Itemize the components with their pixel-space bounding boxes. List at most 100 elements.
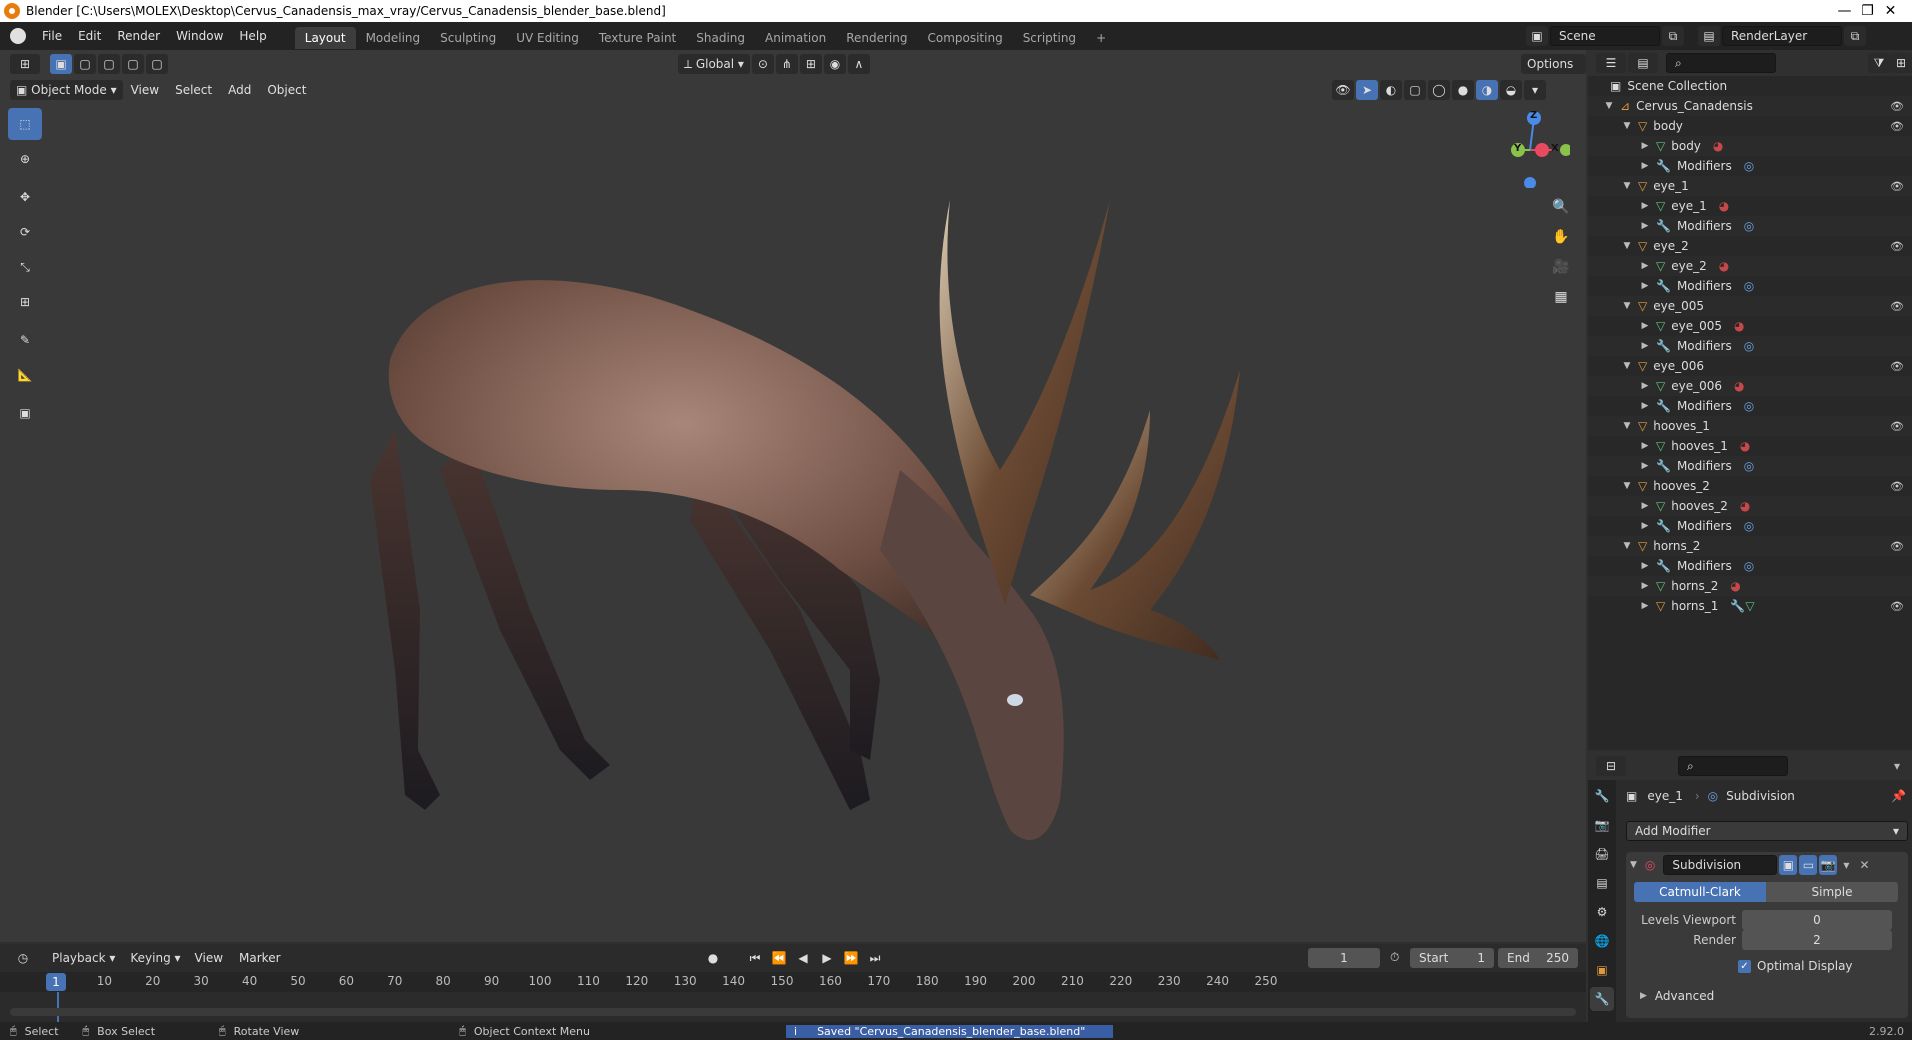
wrench-mesh-icon[interactable]: 🔧▽ — [1730, 599, 1754, 613]
properties-editor-type-icon[interactable]: ⊟ — [1596, 756, 1626, 776]
play-icon[interactable]: ▶ — [816, 948, 838, 968]
preview-range-icon[interactable]: ⏱ — [1390, 950, 1399, 965]
expand-chevron-icon[interactable]: ▶ — [1640, 341, 1650, 351]
tab-compositing[interactable]: Compositing — [917, 27, 1012, 49]
3d-viewport[interactable] — [0, 50, 1586, 942]
new-scene-icon[interactable]: ⧉ — [1662, 26, 1684, 46]
menu-help[interactable]: Help — [231, 22, 274, 50]
render-layer-field[interactable]: RenderLayer — [1722, 26, 1842, 46]
edit-mode-toggle-icon[interactable]: ▣ — [1779, 855, 1798, 875]
world-tab-icon[interactable]: 🌐 — [1590, 929, 1614, 953]
pan-hand-icon[interactable]: ✋ — [1548, 224, 1574, 250]
render-toggle-icon[interactable]: 📷 — [1819, 855, 1838, 875]
shading-wireframe-icon[interactable]: ◯ — [1428, 80, 1450, 100]
expand-chevron-icon[interactable]: ▼ — [1622, 541, 1632, 551]
new-render-layer-icon[interactable]: ⧉ — [1844, 26, 1866, 46]
viewport-menu-object[interactable]: Object — [259, 78, 314, 102]
subdivision-modifier-icon[interactable]: ◎ — [1744, 219, 1754, 233]
add-cube-tool[interactable]: ▣ — [8, 397, 42, 429]
outliner-row-mesh[interactable]: ▶ ▽ body ◕ — [1588, 136, 1912, 156]
expand-chevron-icon[interactable]: ▶ — [1640, 261, 1650, 271]
playback-menu[interactable]: Playback ▾ — [46, 948, 121, 968]
select-box-tool[interactable]: ⬚ — [8, 108, 42, 140]
outliner-row-object[interactable]: ▼ ▽ body 👁 — [1588, 116, 1912, 136]
subdivision-modifier-icon[interactable]: ◎ — [1744, 339, 1754, 353]
subdivision-modifier-icon[interactable]: ◎ — [1744, 399, 1754, 413]
keying-menu[interactable]: Keying ▾ — [124, 948, 186, 968]
visibility-eye-icon[interactable]: 👁 — [1890, 300, 1904, 313]
outliner-editor-type-icon[interactable]: ☰ — [1596, 53, 1626, 73]
playhead-indicator[interactable]: 1 — [46, 973, 66, 991]
expand-chevron-icon[interactable]: ▶ — [1640, 581, 1650, 591]
expand-chevron-icon[interactable]: ▶ — [1640, 501, 1650, 511]
outliner-row-object[interactable]: ▼ ▽ eye_006 👁 — [1588, 356, 1912, 376]
outliner-row-modifiers[interactable]: ▶ 🔧 Modifiers ◎ — [1588, 156, 1912, 176]
visibility-eye-icon[interactable]: 👁 — [1890, 180, 1904, 193]
render-levels-field[interactable]: 2 — [1742, 930, 1892, 950]
outliner-row-modifiers[interactable]: ▶ 🔧 Modifiers ◎ — [1588, 216, 1912, 236]
tab-animation[interactable]: Animation — [755, 27, 836, 49]
visibility-eye-icon[interactable]: 👁 — [1890, 360, 1904, 373]
expand-chevron-icon[interactable]: ▶ — [1640, 161, 1650, 171]
outliner-row-mesh[interactable]: ▶ ▽ eye_005 ◕ — [1588, 316, 1912, 336]
subdivision-modifier-icon[interactable]: ◎ — [1744, 559, 1754, 573]
menu-edit[interactable]: Edit — [70, 22, 109, 50]
expand-chevron-icon[interactable]: ▶ — [1640, 441, 1650, 451]
cursor-tool[interactable]: ⊕ — [8, 143, 42, 175]
select-subtract-icon[interactable]: ▢ — [122, 54, 144, 74]
outliner-row-collection[interactable]: ▼ ⊿ Cervus_Canadensis 👁 — [1588, 96, 1912, 116]
timeline-menu-marker[interactable]: Marker — [231, 944, 288, 972]
viewport-menu-view[interactable]: View — [123, 78, 167, 102]
expand-chevron-icon[interactable]: ▼ — [1622, 421, 1632, 431]
transform-tool[interactable]: ⊞ — [8, 286, 42, 318]
material-icon[interactable]: ◕ — [1730, 579, 1740, 593]
optimal-display-checkbox[interactable]: ✓ — [1738, 959, 1751, 973]
outliner-filter-icon[interactable]: ⧩ — [1868, 53, 1890, 73]
expand-chevron-icon[interactable]: ▼ — [1622, 361, 1632, 371]
falloff-icon[interactable]: ∧ — [847, 54, 870, 74]
move-tool[interactable]: ✥ — [8, 181, 42, 213]
snap-icon[interactable]: ⋔ — [775, 54, 798, 74]
timeline-editor-type-icon[interactable]: ◷ — [8, 948, 38, 968]
material-icon[interactable]: ◕ — [1719, 259, 1729, 273]
measure-tool[interactable]: 📐 — [8, 359, 42, 391]
outliner-row-modifiers[interactable]: ▶ 🔧 Modifiers ◎ — [1588, 396, 1912, 416]
expand-chevron-icon[interactable]: ▶ — [1640, 201, 1650, 211]
expand-chevron-icon[interactable]: ▶ — [1640, 321, 1650, 331]
timeline-scrollbar[interactable] — [10, 1008, 1576, 1016]
expand-chevron-icon[interactable]: ▶ — [1640, 141, 1650, 151]
shading-rendered-icon[interactable]: ◒ — [1500, 80, 1522, 100]
menu-render[interactable]: Render — [109, 22, 168, 50]
shading-solid-icon[interactable]: ● — [1452, 80, 1474, 100]
simple-button[interactable]: Simple — [1766, 882, 1898, 902]
tab-sculpting[interactable]: Sculpting — [430, 27, 506, 49]
blender-menu-icon[interactable] — [10, 28, 26, 44]
menu-window[interactable]: Window — [168, 22, 231, 50]
outliner-row-mesh[interactable]: ▶ ▽ hooves_1 ◕ — [1588, 436, 1912, 456]
scene-tab-icon[interactable]: ⚙ — [1590, 900, 1614, 924]
select-extend-icon[interactable]: ▢ — [98, 54, 120, 74]
outliner-row-object[interactable]: ▼ ▽ eye_1 👁 — [1588, 176, 1912, 196]
outliner-row-object[interactable]: ▼ ▽ hooves_2 👁 — [1588, 476, 1912, 496]
expand-chevron-icon[interactable]: ▼ — [1622, 481, 1632, 491]
visibility-eye-icon[interactable]: 👁 — [1890, 600, 1904, 613]
proportional-edit-icon[interactable]: ◉ — [823, 54, 846, 74]
timeline-ruler[interactable]: 1 10 20 30 40 50 60 70 80 90 100 110 120 130 140 150 16… — [0, 972, 1586, 992]
outliner-row-object[interactable]: ▶ ▽ horns_1 🔧▽ 👁 — [1588, 596, 1912, 616]
outliner-row-mesh[interactable]: ▶ ▽ horns_2 ◕ — [1588, 576, 1912, 596]
scene-name-field[interactable]: Scene — [1550, 26, 1660, 46]
navigation-gizmo[interactable]: Z Y X — [1490, 108, 1572, 189]
tab-uv-editing[interactable]: UV Editing — [506, 27, 589, 49]
current-frame-field[interactable]: 1 — [1308, 948, 1380, 968]
annotate-tool[interactable]: ✎ — [8, 324, 42, 356]
tab-texture-paint[interactable]: Texture Paint — [589, 27, 686, 49]
expand-chevron-icon[interactable]: ▶ — [1640, 381, 1650, 391]
scene-collection-row[interactable]: ▣ Scene Collection — [1588, 76, 1912, 96]
tab-scripting[interactable]: Scripting — [1013, 27, 1086, 49]
outliner-row-mesh[interactable]: ▶ ▽ eye_006 ◕ — [1588, 376, 1912, 396]
timeline-menu-view[interactable]: View — [187, 944, 231, 972]
jump-end-icon[interactable]: ⏭ — [864, 948, 886, 968]
visibility-eye-icon[interactable]: 👁 — [1890, 100, 1904, 113]
options-dropdown[interactable]: Options ▾ — [1521, 54, 1586, 91]
expand-chevron-icon[interactable]: ▶ — [1640, 221, 1650, 231]
